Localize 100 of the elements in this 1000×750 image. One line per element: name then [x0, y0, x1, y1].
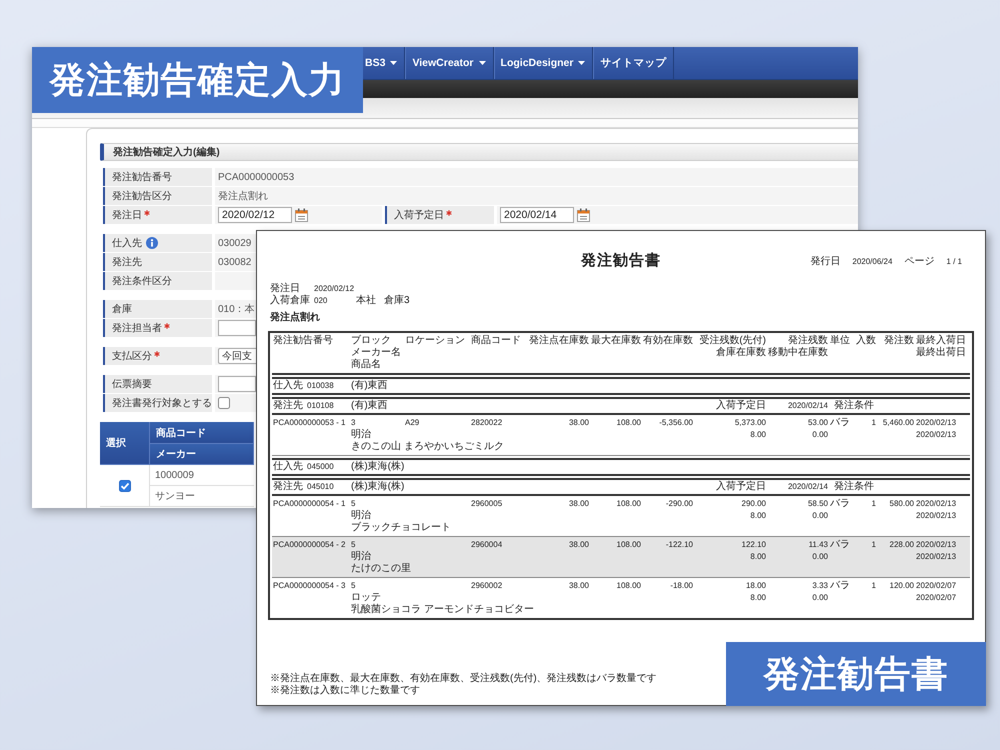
- band-text: 010108: [306, 400, 335, 412]
- field-label: 入荷倉庫: [270, 294, 311, 307]
- table-cell: PCA0000000054 - 1: [272, 498, 346, 510]
- column-header: 商品名: [350, 359, 382, 371]
- column-header: 移動中在庫数: [767, 347, 829, 359]
- footnote: ※発注点在庫数、最大在庫数、有効在庫数、受注残数(先付)、発注残数はバラ数量です: [270, 673, 657, 684]
- page-number: 1 / 1: [946, 257, 962, 266]
- table-cell: 53.00: [806, 417, 829, 429]
- table-cell: 2820022: [470, 417, 504, 429]
- nav-menu-item[interactable]: ViewCreator: [405, 47, 494, 79]
- table-cell: -122.10: [664, 539, 694, 551]
- table-cell: 8.00: [749, 592, 767, 604]
- info-icon[interactable]: [146, 237, 158, 249]
- table-cell-text: 明治: [350, 510, 372, 522]
- band-text: 発注条件: [833, 400, 875, 412]
- table-cell: 2020/02/13: [915, 498, 958, 510]
- table-cell: 1: [870, 498, 877, 510]
- table-cell: 108.00: [616, 498, 642, 510]
- table-cell: 5,373.00: [734, 417, 767, 429]
- field-value: 倉庫3: [384, 294, 410, 307]
- field-label: 発注日: [270, 282, 301, 294]
- table-cell: 2020/02/07: [915, 580, 958, 592]
- table-cell: 2020/02/13: [915, 539, 958, 551]
- table-cell: -290.00: [664, 498, 694, 510]
- field-label: 発注先: [112, 256, 142, 269]
- table-cell: 18.00: [744, 580, 767, 592]
- table-cell: きのこの山 まろやかいちごミルク: [350, 441, 505, 453]
- table-cell: A29: [404, 417, 420, 429]
- table-cell: 108.00: [616, 580, 642, 592]
- text-input[interactable]: [218, 320, 256, 336]
- column-header: 商品コード: [150, 422, 254, 444]
- table-cell: 乳酸菌ショコラ アーモンドチョコビター: [350, 604, 535, 616]
- calendar-icon[interactable]: [577, 208, 590, 222]
- field-label: 発行日: [810, 255, 840, 268]
- field-label: 伝票摘要: [112, 378, 152, 391]
- table-cell: 3: [350, 417, 356, 429]
- column-header: 受注残数(先付): [698, 335, 767, 346]
- section-header: 発注勧告確定入力(編集): [100, 143, 858, 161]
- select-field[interactable]: 今回支: [218, 348, 256, 364]
- band-text: 発注先: [272, 400, 304, 412]
- table-cell: -18.00: [669, 580, 694, 592]
- table-cell: 2960005: [470, 498, 504, 510]
- nav-menu-item[interactable]: サイトマップ: [593, 47, 674, 79]
- table-cell: たけのこの里: [350, 563, 412, 575]
- checkbox[interactable]: [218, 397, 230, 409]
- table-cell: PCA0000000054 - 3: [272, 580, 346, 592]
- table-cell: 明治: [350, 551, 372, 563]
- band-text: 発注条件: [833, 481, 875, 493]
- checkbox[interactable]: [118, 480, 130, 492]
- column-header: 有効在庫数: [642, 335, 694, 347]
- field-label: 入荷予定日: [394, 208, 444, 222]
- band-text: 2020/02/14: [786, 400, 829, 412]
- table-cell: 0.00: [811, 592, 829, 604]
- table-cell: 明治: [350, 429, 372, 441]
- footnote: ※発注数は入数に準じた数量です: [270, 685, 420, 697]
- table-cell: 5: [350, 498, 356, 510]
- field-label: ページ: [904, 255, 934, 268]
- column-header: メーカー: [150, 444, 254, 465]
- section-heading: 発注点割れ: [270, 310, 320, 324]
- table-cell: 2960004: [470, 539, 504, 551]
- table-cell: 8.00: [749, 429, 767, 441]
- band-text: 2020/02/14: [786, 481, 829, 493]
- table-cell: 120.00: [888, 580, 915, 592]
- table-cell: 0.00: [811, 510, 829, 522]
- table-cell: 5,460.00: [882, 417, 915, 429]
- column-header: ロケーション: [404, 335, 466, 347]
- band-text: 仕入先: [272, 380, 304, 392]
- band-text: 045010: [306, 481, 335, 493]
- band-text: 010038: [306, 380, 335, 392]
- field-label: 発注担当者: [112, 322, 162, 335]
- title-banner: 発注勧告確定入力: [32, 47, 363, 113]
- column-header: メーカー名: [350, 347, 402, 358]
- text-input[interactable]: [218, 376, 256, 392]
- field-label: 発注勧告番号: [112, 170, 172, 184]
- date-text: 2020/06/24: [852, 257, 892, 266]
- band-text: (株)東海(株): [350, 461, 406, 473]
- table-cell: 108.00: [616, 417, 642, 429]
- table-cell: 8.00: [749, 510, 767, 522]
- date-input[interactable]: 2020/02/12: [218, 207, 292, 223]
- table-cell: PCA0000000054 - 2: [272, 539, 346, 551]
- nav-menu-item[interactable]: LogicDesigner: [494, 47, 594, 79]
- band-text: 仕入先: [272, 461, 304, 473]
- table-cell: 0.00: [811, 429, 829, 441]
- field-label: 支払区分: [112, 350, 152, 363]
- field-label: 発注日: [112, 208, 142, 222]
- table-cell: バラ: [829, 580, 851, 592]
- column-header: 発注数: [883, 335, 915, 347]
- table-cell: 108.00: [616, 539, 642, 551]
- field-label: 倉庫: [112, 302, 132, 316]
- column-header: 最終入荷日: [915, 335, 967, 346]
- band-text: 045000: [306, 461, 335, 473]
- date-input[interactable]: 2020/02/14: [500, 207, 574, 223]
- document-title: 発注勧告書: [581, 251, 661, 270]
- table-cell: 2020/02/13: [915, 417, 958, 429]
- field-value: 本社: [356, 294, 376, 307]
- table-cell: バラ: [829, 417, 851, 429]
- field-value: 2020/02/12: [314, 284, 354, 293]
- calendar-icon[interactable]: [295, 208, 308, 222]
- table-cell: 38.00: [568, 417, 590, 429]
- table-cell: 5: [350, 539, 356, 551]
